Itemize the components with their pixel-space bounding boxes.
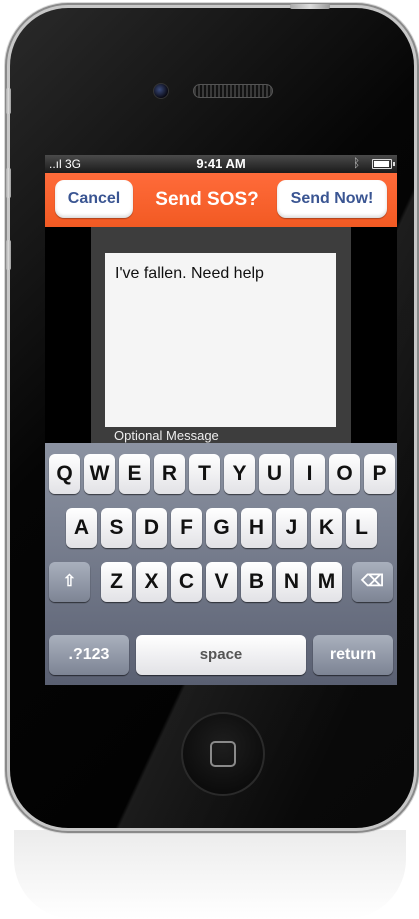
key-t[interactable]: T [189,454,220,494]
page-title: Send SOS? [155,189,259,210]
send-now-button[interactable]: Send Now! [277,180,387,218]
delete-key[interactable]: ⌫ [352,562,393,602]
navigation-bar: Cancel Send SOS? Send Now! [45,173,397,227]
home-square-icon [210,741,236,767]
return-key[interactable]: return [313,635,393,675]
key-p[interactable]: P [364,454,395,494]
message-text: I've fallen. Need help [115,265,264,282]
volume-down-button [6,240,11,270]
delete-icon: ⌫ [361,573,384,590]
key-r[interactable]: R [154,454,185,494]
key-d[interactable]: D [136,508,167,548]
message-textarea[interactable]: I've fallen. Need help [105,253,336,427]
key-y[interactable]: Y [224,454,255,494]
earpiece-speaker [193,84,273,98]
cancel-button[interactable]: Cancel [55,180,133,218]
front-camera [153,83,169,99]
phone-screen: ..ıl 3G 9:41 AM ᛒ Cancel Send SOS? Send … [45,155,397,685]
mute-switch [6,88,11,114]
key-k[interactable]: K [311,508,342,548]
shift-icon: ⇧ [62,573,77,590]
key-e[interactable]: E [119,454,150,494]
optional-message-label: Optional Message [114,428,219,443]
key-j[interactable]: J [276,508,307,548]
key-o[interactable]: O [329,454,360,494]
message-panel: I've fallen. Need help Optional Message [91,227,351,443]
key-z[interactable]: Z [101,562,132,602]
space-key[interactable]: space [136,635,306,675]
key-u[interactable]: U [259,454,290,494]
key-n[interactable]: N [276,562,307,602]
key-q[interactable]: Q [49,454,80,494]
key-w[interactable]: W [84,454,115,494]
key-f[interactable]: F [171,508,202,548]
key-g[interactable]: G [206,508,237,548]
volume-up-button [6,168,11,198]
key-c[interactable]: C [171,562,202,602]
key-v[interactable]: V [206,562,237,602]
battery-icon [372,159,395,169]
phone-reflection [14,830,406,919]
key-s[interactable]: S [101,508,132,548]
keyboard: Q W E R T Y U I O P A S D F G H J K L ⇧ … [45,443,397,685]
sleep-button [290,4,330,9]
key-a[interactable]: A [66,508,97,548]
key-x[interactable]: X [136,562,167,602]
status-time: 9:41 AM [196,156,246,171]
key-b[interactable]: B [241,562,272,602]
key-m[interactable]: M [311,562,342,602]
status-bar: ..ıl 3G 9:41 AM ᛒ [45,155,397,173]
key-h[interactable]: H [241,508,272,548]
numbers-key[interactable]: .?123 [49,635,129,675]
shift-key[interactable]: ⇧ [49,562,90,602]
home-button[interactable] [181,712,265,796]
key-l[interactable]: L [346,508,377,548]
key-i[interactable]: I [294,454,325,494]
bluetooth-icon: ᛒ [353,156,361,170]
